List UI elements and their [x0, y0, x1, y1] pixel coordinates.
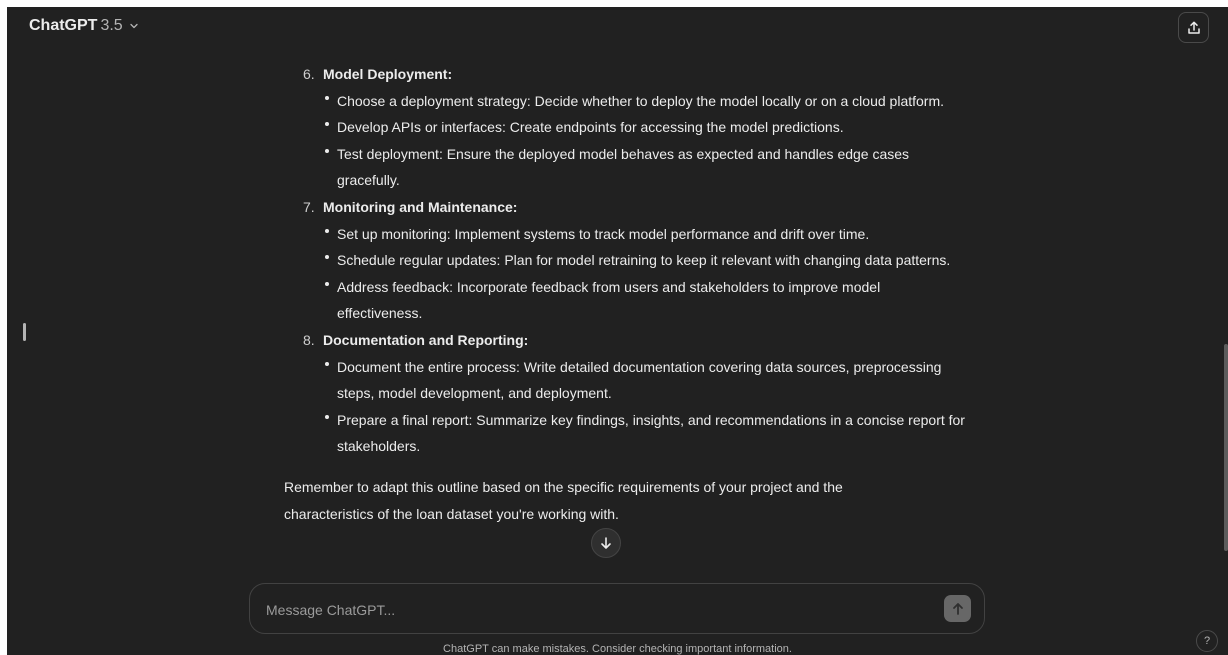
section-title: Monitoring and Maintenance: [323, 198, 518, 215]
chat-window: ChatGPT 3.5 6. Model Deployment: Choose … [7, 7, 1228, 655]
closing-paragraph: Remember to adapt this outline based on … [284, 478, 843, 522]
share-button[interactable] [1178, 12, 1209, 43]
arrow-down-icon [601, 537, 611, 549]
scrollbar-track [1223, 7, 1228, 655]
section-monitoring: 7. Monitoring and Maintenance: Set up mo… [284, 194, 964, 327]
share-icon [1187, 21, 1200, 34]
bullet-list: Choose a deployment strategy: Decide whe… [284, 88, 964, 194]
assistant-message: 6. Model Deployment: Choose a deployment… [284, 61, 967, 527]
list-item: Document the entire process: Write detai… [323, 354, 967, 407]
header: ChatGPT 3.5 [7, 7, 1228, 47]
section-title: Model Deployment: [323, 66, 453, 82]
list-item: Test deployment: Ensure the deployed mod… [323, 141, 967, 194]
model-name: ChatGPT [29, 17, 98, 34]
list-item-text: Choose a deployment strategy: Decide whe… [337, 92, 945, 109]
list-item: Set up monitoring: Implement systems to … [323, 221, 967, 248]
sidebar-toggle-handle[interactable] [23, 323, 26, 341]
scrollbar-thumb[interactable] [1224, 344, 1228, 551]
list-item: Address feedback: Incorporate feedback f… [323, 274, 967, 327]
list-item-text: Schedule regular updates: Plan for model… [337, 252, 951, 269]
help-button[interactable]: ? [1196, 630, 1218, 652]
disclaimer-text: ChatGPT can make mistakes. Consider chec… [443, 643, 792, 655]
list-item: Prepare a final report: Summarize key fi… [323, 407, 967, 460]
list-item-text: Prepare a final report: Summarize key fi… [337, 411, 965, 455]
send-button[interactable] [944, 595, 971, 622]
bullet-dot [325, 148, 329, 153]
bullet-dot [325, 414, 329, 419]
model-version: 3.5 [100, 17, 123, 34]
list-item-text: Document the entire process: Write detai… [337, 358, 942, 402]
section-heading: 8. Documentation and Reporting: [284, 327, 964, 354]
list-item-text: Develop APIs or interfaces: Create endpo… [337, 119, 844, 136]
list-item: Develop APIs or interfaces: Create endpo… [323, 114, 967, 141]
bullet-list: Document the entire process: Write detai… [284, 354, 967, 460]
message-composer [249, 583, 985, 634]
section-number: 6. [303, 66, 315, 82]
bullet-dot [325, 228, 329, 233]
message-input[interactable] [264, 594, 928, 626]
bullet-dot [325, 255, 329, 260]
section-number: 8. [303, 331, 315, 348]
list-item-text: Set up monitoring: Implement systems to … [337, 225, 870, 242]
scroll-to-bottom-button[interactable] [591, 528, 621, 558]
section-number: 7. [303, 198, 315, 215]
arrow-up-icon [952, 602, 963, 615]
bullet-dot [325, 281, 329, 286]
section-deployment: 6. Model Deployment: Choose a deployment… [284, 61, 964, 194]
bullet-list: Set up monitoring: Implement systems to … [284, 221, 964, 327]
model-selector-button[interactable]: ChatGPT 3.5 [29, 17, 139, 35]
list-item-text: Address feedback: Incorporate feedback f… [337, 278, 881, 322]
list-item: Choose a deployment strategy: Decide whe… [323, 88, 967, 115]
bullet-dot [325, 95, 329, 100]
bullet-dot [325, 361, 329, 366]
list-item-text: Test deployment: Ensure the deployed mod… [337, 145, 910, 189]
section-documentation: 8. Documentation and Reporting: Document… [284, 327, 967, 460]
section-heading: 6. Model Deployment: [284, 61, 964, 88]
chevron-down-icon [130, 23, 138, 29]
section-heading: 7. Monitoring and Maintenance: [284, 194, 964, 221]
section-title: Documentation and Reporting: [323, 331, 529, 348]
list-item: Schedule regular updates: Plan for model… [323, 247, 967, 274]
bullet-dot [325, 122, 329, 127]
